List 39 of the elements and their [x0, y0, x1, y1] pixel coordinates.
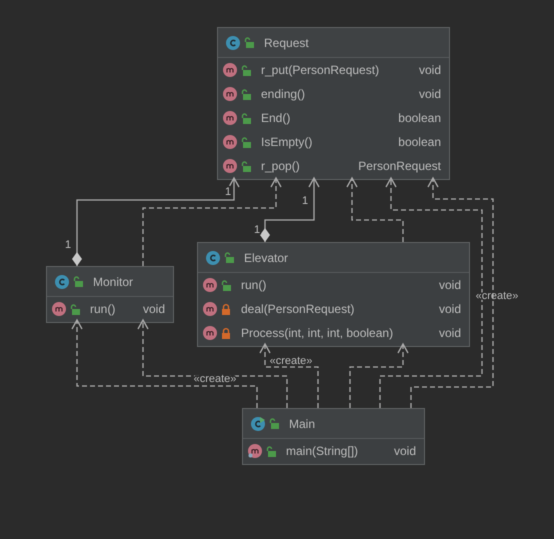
class-name: Request [264, 36, 309, 50]
class-icon [226, 36, 240, 50]
method-signature: main(String[]) [286, 444, 360, 458]
return-type: void [142, 302, 165, 316]
method-signature: r_pop() [261, 159, 301, 173]
method-signature: run() [90, 302, 116, 316]
multiplicity-label: 1 [224, 186, 232, 198]
return-type: void [394, 444, 416, 458]
class-icon [55, 274, 69, 288]
method-signature: deal(PersonRequest) [241, 302, 356, 316]
class-box[interactable]: Main main(String[]) void [242, 408, 425, 465]
stereotype-label: «create» [194, 373, 236, 385]
class-box[interactable]: Monitor run() void [46, 266, 174, 323]
composition-arrow [260, 176, 320, 242]
stereotype-label: «create» [270, 355, 312, 367]
class-icon [206, 250, 220, 264]
method-signature: run() [241, 278, 268, 292]
return-type: void [418, 87, 441, 101]
return-type: void [418, 63, 441, 77]
class-name: Main [289, 416, 316, 430]
method-signature: End() [261, 111, 292, 125]
method-signature: Process(int, int, int, boolean) [241, 326, 394, 340]
method-signature: IsEmpty() [261, 135, 314, 149]
method-signature: r_put(PersonRequest) [261, 63, 380, 77]
return-type: void [438, 326, 461, 340]
class-box[interactable]: Elevator run() void deal(PersonRequest) void Process(int, int, int, boolean) void [197, 242, 470, 347]
return-type: void [438, 302, 461, 316]
method-signature: ending() [261, 87, 306, 101]
multiplicity-label: 1 [64, 239, 72, 251]
class-name: Monitor [93, 274, 134, 288]
return-type: void [438, 278, 461, 292]
runnable-class-icon [251, 416, 265, 430]
return-type: PersonRequest [358, 159, 441, 173]
class-box[interactable]: Request r_put(PersonRequest) void ending() void End() boolean IsEmpty() boolean r_pop() PersonRequest [217, 27, 450, 180]
multiplicity-label: 1 [254, 224, 260, 236]
return-type: boolean [398, 111, 441, 125]
multiplicity-label: 1 [302, 195, 308, 207]
return-type: boolean [398, 135, 441, 149]
class-name: Elevator [244, 250, 288, 264]
